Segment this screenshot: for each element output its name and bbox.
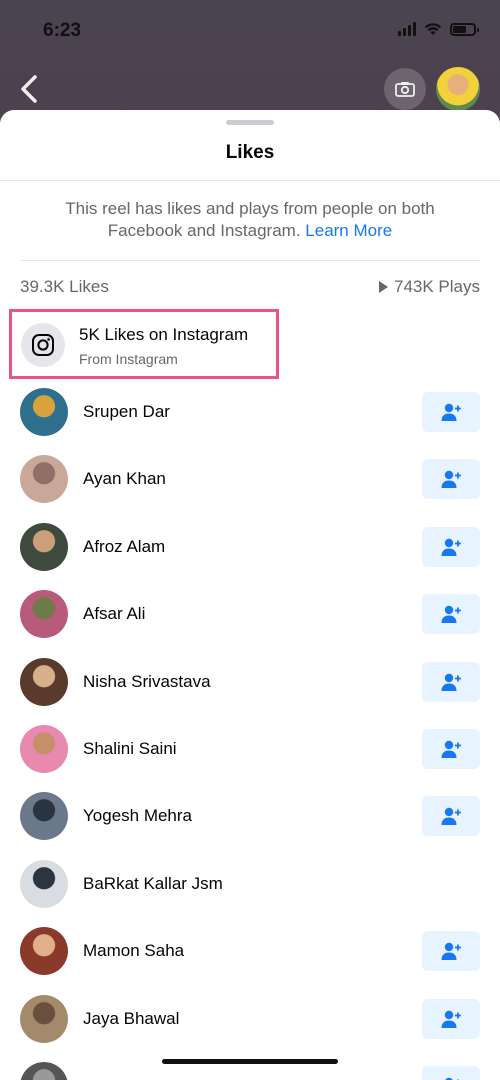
add-friend-icon [441,471,461,489]
add-friend-button[interactable] [422,459,480,500]
info-text: This reel has likes and plays from peopl… [40,198,460,242]
likes-count: 39.3K Likes [20,277,109,296]
person-row[interactable]: Srupen Dar [0,380,500,447]
profile-avatar[interactable] [436,67,480,111]
back-chevron-icon[interactable] [18,74,40,104]
avatar[interactable] [20,994,68,1043]
add-friend-button[interactable] [422,729,480,769]
plays-count-label: 743K Plays [394,277,480,296]
avatar[interactable] [20,725,68,773]
avatar[interactable] [20,455,68,504]
add-friend-icon [441,1010,461,1028]
play-icon [379,281,388,293]
plays-count: 743K Plays [379,277,480,297]
add-friend-icon [441,673,461,691]
avatar[interactable] [20,590,68,639]
add-friend-icon [441,605,461,624]
avatar[interactable] [20,1062,68,1080]
person-row[interactable]: Shalini Saini [0,717,500,784]
add-friend-icon [441,740,461,758]
add-friend-icon [441,403,461,421]
divider [0,180,500,181]
likes-sheet: Likes This reel has likes and plays from… [0,110,500,1080]
person-name[interactable]: Yogesh Mehra [83,806,192,826]
person-name[interactable]: Shalini Saini [83,739,177,759]
person-row[interactable]: Mamon Saha [0,919,500,986]
avatar[interactable] [20,388,68,436]
avatar[interactable] [20,522,68,571]
status-bar: 6:23 [0,0,500,60]
add-friend-icon [441,808,461,826]
person-row[interactable]: BaRkat Kallar Jsm [0,852,500,919]
person-name[interactable]: Afroz Alam [83,537,165,557]
instagram-likes-row[interactable]: 5K Likes on Instagram From Instagram [9,309,279,379]
instagram-likes-subtitle: From Instagram [79,351,178,367]
signal-icon [398,22,416,36]
add-friend-icon [441,942,461,961]
sheet-grabber[interactable] [226,120,274,125]
sheet-title: Likes [225,142,275,163]
battery-icon [450,22,479,36]
avatar[interactable] [20,927,68,976]
person-row[interactable]: Jaya Bhawal [0,987,500,1054]
avatar[interactable] [20,792,68,841]
camera-icon [395,82,415,97]
person-name[interactable]: Afsar Ali [83,604,145,624]
person-row[interactable]: Nisha Srivastava [0,650,500,717]
divider [20,260,480,261]
home-indicator[interactable] [162,1059,338,1064]
person-name[interactable]: BaRkat Kallar Jsm [83,874,223,894]
person-row[interactable]: Yogesh Mehra [0,784,500,851]
person-row[interactable]: Ayan Khan [0,447,500,514]
person-name[interactable]: Mamon Saha [83,941,184,961]
camera-button[interactable] [384,68,426,110]
person-name[interactable]: Nisha Srivastava [83,672,211,692]
instagram-icon-circle [21,323,65,367]
avatar[interactable] [20,859,68,908]
add-friend-button[interactable] [422,1066,480,1080]
person-name[interactable]: Ayan Khan [83,469,166,489]
avatar[interactable] [20,657,68,706]
learn-more-link[interactable]: Learn More [305,221,392,240]
person-row[interactable] [0,1054,500,1080]
person-name[interactable]: Srupen Dar [83,402,170,422]
add-friend-icon [445,1077,459,1080]
add-friend-icon [441,538,461,556]
wifi-icon [424,23,442,35]
add-friend-button[interactable] [422,594,480,635]
add-friend-button[interactable] [422,998,480,1039]
add-friend-button[interactable] [422,526,480,567]
add-friend-button[interactable] [422,796,480,837]
status-icons [398,22,479,36]
add-friend-button[interactable] [422,392,480,432]
instagram-icon [32,334,54,356]
add-friend-button[interactable] [422,931,480,972]
instagram-likes-title: 5K Likes on Instagram [79,325,249,344]
person-name[interactable]: Jaya Bhawal [83,1009,179,1029]
person-row[interactable]: Afroz Alam [0,515,500,582]
add-friend-button[interactable] [422,661,480,702]
status-time: 6:23 [43,20,82,41]
person-row[interactable]: Afsar Ali [0,582,500,649]
